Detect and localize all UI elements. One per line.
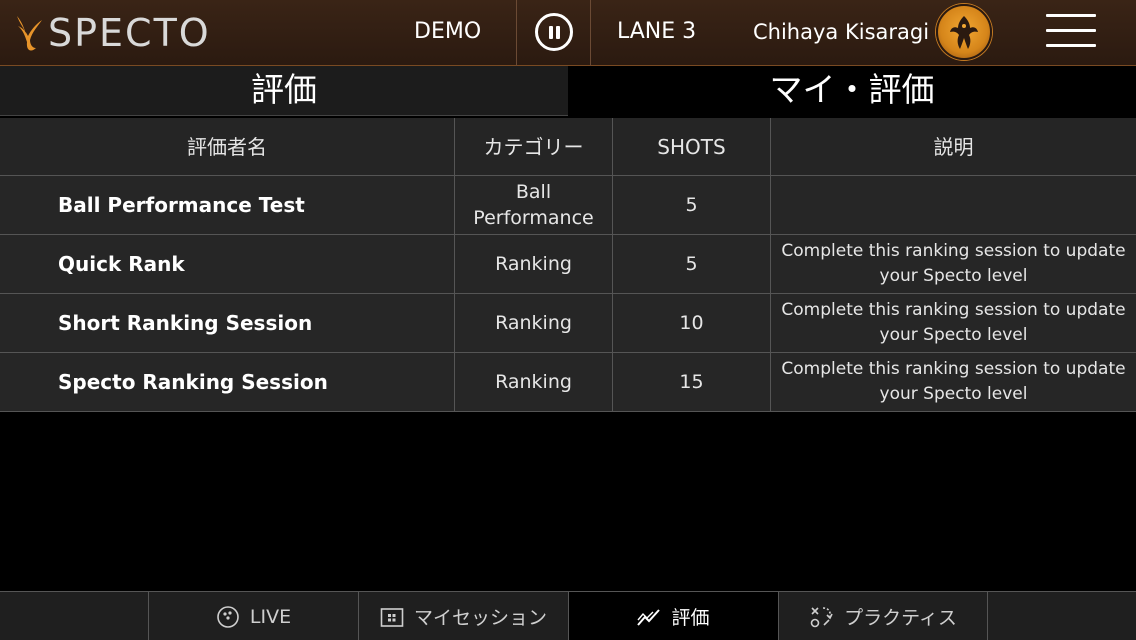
column-header-description[interactable]: 説明: [771, 118, 1136, 175]
nav-live[interactable]: LIVE: [148, 592, 358, 640]
table-row[interactable]: Short Ranking Session Ranking 10 Complet…: [0, 294, 1136, 353]
row-category: Ranking: [455, 235, 613, 293]
app-header: SPECTO DEMO LANE 3 Chihaya Kisaragi: [0, 0, 1136, 66]
logo-text: SPECTO: [48, 11, 211, 55]
row-name: Specto Ranking Session: [0, 353, 455, 411]
nav-label: 評価: [671, 607, 710, 629]
row-description: Complete this ranking session to update …: [781, 300, 1126, 345]
sessions-folder-icon: [380, 606, 404, 628]
row-name: Ball Performance Test: [0, 176, 455, 234]
row-description: Complete this ranking session to update …: [781, 241, 1126, 286]
demo-mode-label[interactable]: DEMO: [414, 0, 481, 66]
table-row[interactable]: Specto Ranking Session Ranking 15 Comple…: [0, 353, 1136, 412]
user-name[interactable]: Chihaya Kisaragi: [753, 0, 929, 66]
row-category: Ball Performance: [455, 176, 613, 234]
row-shots: 5: [613, 235, 771, 293]
header-divider: [516, 0, 517, 66]
nav-divider: [987, 592, 988, 640]
header-divider: [590, 0, 591, 66]
table-row[interactable]: Quick Rank Ranking 5 Complete this ranki…: [0, 235, 1136, 294]
chart-line-icon: [637, 606, 661, 628]
row-shots: 15: [613, 353, 771, 411]
tab-my-evaluation[interactable]: マイ・評価: [568, 66, 1136, 116]
evaluation-tabs: 評価 マイ・評価: [0, 66, 1136, 116]
row-name: Short Ranking Session: [0, 294, 455, 352]
table-header-row: 評価者名 カテゴリー SHOTS 説明: [0, 118, 1136, 176]
nav-my-sessions[interactable]: マイセッション: [358, 592, 568, 640]
nav-label: マイセッション: [413, 607, 547, 629]
phoenix-logo-icon: [17, 16, 42, 51]
tab-evaluation[interactable]: 評価: [0, 66, 568, 116]
nav-practice[interactable]: プラクティス: [778, 592, 988, 640]
row-shots: 5: [613, 176, 771, 234]
evaluation-table: 評価者名 カテゴリー SHOTS 説明 Ball Performance Tes…: [0, 118, 1136, 412]
nav-label: プラクティス: [844, 607, 957, 629]
phoenix-avatar-icon: [950, 16, 978, 49]
row-description: Complete this ranking session to update …: [781, 359, 1126, 404]
row-category: Ranking: [455, 294, 613, 352]
bowling-ball-icon: [216, 605, 240, 629]
bottom-navigation: LIVE マイセッション 評価 プラクティス: [0, 591, 1136, 640]
column-header-evaluator-name[interactable]: 評価者名: [0, 118, 455, 175]
row-shots: 10: [613, 294, 771, 352]
nav-evaluation[interactable]: 評価: [568, 592, 778, 640]
nav-label: LIVE: [249, 605, 292, 628]
table-row[interactable]: Ball Performance Test Ball Performance 5: [0, 176, 1136, 235]
row-description: [771, 176, 1136, 234]
lane-label[interactable]: LANE 3: [617, 0, 696, 66]
pause-icon[interactable]: [535, 13, 573, 51]
avatar[interactable]: [936, 4, 992, 60]
row-category: Ranking: [455, 353, 613, 411]
column-header-shots[interactable]: SHOTS: [613, 118, 771, 175]
specto-logo: SPECTO: [14, 10, 211, 56]
hamburger-menu-icon[interactable]: [1046, 14, 1096, 48]
column-header-category[interactable]: カテゴリー: [455, 118, 613, 175]
practice-play-icon: [810, 605, 834, 629]
row-name: Quick Rank: [0, 235, 455, 293]
